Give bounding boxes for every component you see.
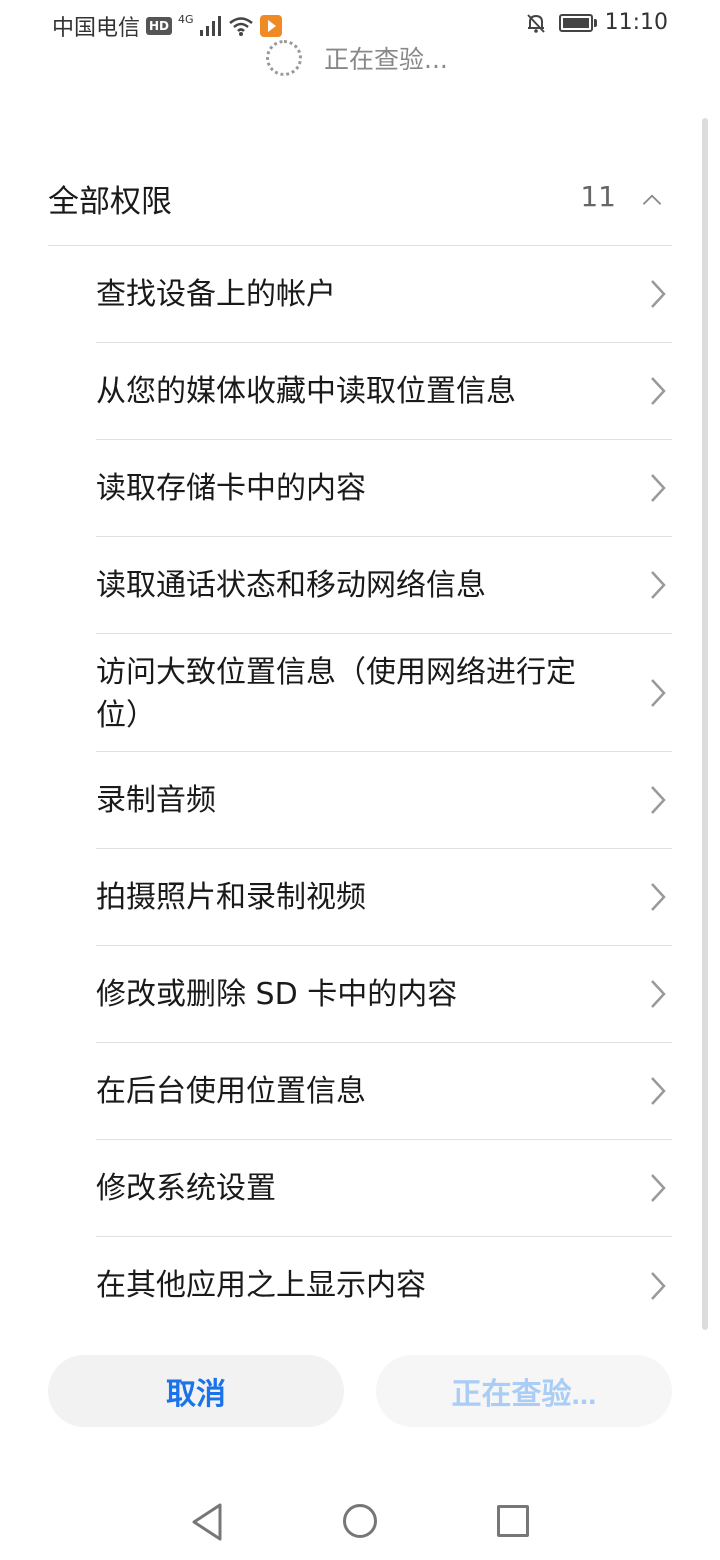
wifi-icon: [228, 17, 253, 36]
battery-icon: [558, 13, 597, 32]
permission-item-camera[interactable]: 拍摄照片和录制视频: [96, 849, 672, 946]
permission-label: 在其他应用之上显示内容: [96, 1268, 426, 1303]
permission-label: 修改系统设置: [96, 1171, 276, 1206]
chevron-right-icon: [651, 377, 666, 405]
chevron-right-icon: [651, 1174, 666, 1202]
chevron-right-icon: [651, 786, 666, 814]
navigation-bar: [0, 1480, 720, 1560]
carrier-name: 中国电信: [52, 16, 141, 41]
permission-label: 修改或删除 SD 卡中的内容: [96, 977, 458, 1012]
clock: 11:10: [604, 10, 668, 35]
recent-apps-icon[interactable]: [497, 1505, 529, 1537]
permission-item-find-accounts[interactable]: 查找设备上的帐户: [96, 246, 672, 343]
hd-icon: HD: [146, 17, 173, 35]
chevron-right-icon: [651, 883, 666, 911]
permission-label: 拍摄照片和录制视频: [96, 880, 366, 915]
chevron-right-icon: [651, 280, 666, 308]
status-left: 中国电信 HD 4G: [52, 10, 282, 42]
network-type: 4G: [178, 12, 194, 26]
chevron-right-icon: [651, 678, 666, 707]
permission-item-record-audio[interactable]: 录制音频: [96, 752, 672, 849]
permission-label: 读取通话状态和移动网络信息: [96, 568, 486, 603]
permission-label: 查找设备上的帐户: [96, 277, 336, 312]
permission-item-background-location[interactable]: 在后台使用位置信息: [96, 1043, 672, 1140]
scrollbar[interactable]: [702, 118, 708, 1330]
permission-item-system-settings[interactable]: 修改系统设置: [96, 1140, 672, 1237]
permission-label: 在后台使用位置信息: [96, 1074, 366, 1109]
chevron-right-icon: [651, 1077, 666, 1105]
verifying-text: 正在查验...: [324, 45, 448, 74]
chevron-right-icon: [651, 571, 666, 599]
back-icon[interactable]: [190, 1502, 224, 1542]
chevron-right-icon: [651, 1271, 666, 1300]
status-right: 11:10: [525, 10, 668, 35]
permission-label: 读取存储卡中的内容: [96, 471, 366, 506]
loading-spinner-icon: [266, 40, 302, 76]
permission-count: 11: [580, 180, 616, 213]
chevron-right-icon: [651, 980, 666, 1008]
app-notification-icon: [259, 15, 282, 37]
verifying-indicator: 正在查验...: [266, 40, 448, 76]
chevron-up-icon[interactable]: [642, 190, 662, 210]
mute-bell-icon: [526, 13, 545, 33]
permission-item-read-storage[interactable]: 读取存储卡中的内容: [96, 440, 672, 537]
permission-item-modify-sd[interactable]: 修改或删除 SD 卡中的内容: [96, 946, 672, 1043]
permission-label: 访问大致位置信息（使用网络进行定位）: [96, 655, 576, 733]
home-icon[interactable]: [343, 1504, 377, 1538]
chevron-right-icon: [651, 474, 666, 502]
permission-item-phone-state[interactable]: 读取通话状态和移动网络信息: [96, 537, 672, 634]
permission-label: 录制音频: [96, 783, 216, 818]
signal-icon: [199, 16, 221, 36]
permission-label: 从您的媒体收藏中读取位置信息: [96, 374, 516, 409]
permission-item-overlay[interactable]: 在其他应用之上显示内容: [96, 1237, 672, 1334]
cancel-button[interactable]: 取消: [48, 1355, 344, 1427]
permission-item-media-location[interactable]: 从您的媒体收藏中读取位置信息: [96, 343, 672, 440]
all-permissions-header[interactable]: 全部权限 11: [48, 152, 672, 246]
permission-list: 查找设备上的帐户 从您的媒体收藏中读取位置信息 读取存储卡中的内容 读取通话状态…: [96, 246, 672, 1334]
verifying-button[interactable]: 正在查验...: [376, 1355, 672, 1427]
section-title: 全部权限: [48, 184, 172, 220]
permission-item-coarse-location[interactable]: 访问大致位置信息（使用网络进行定位）: [96, 634, 672, 752]
